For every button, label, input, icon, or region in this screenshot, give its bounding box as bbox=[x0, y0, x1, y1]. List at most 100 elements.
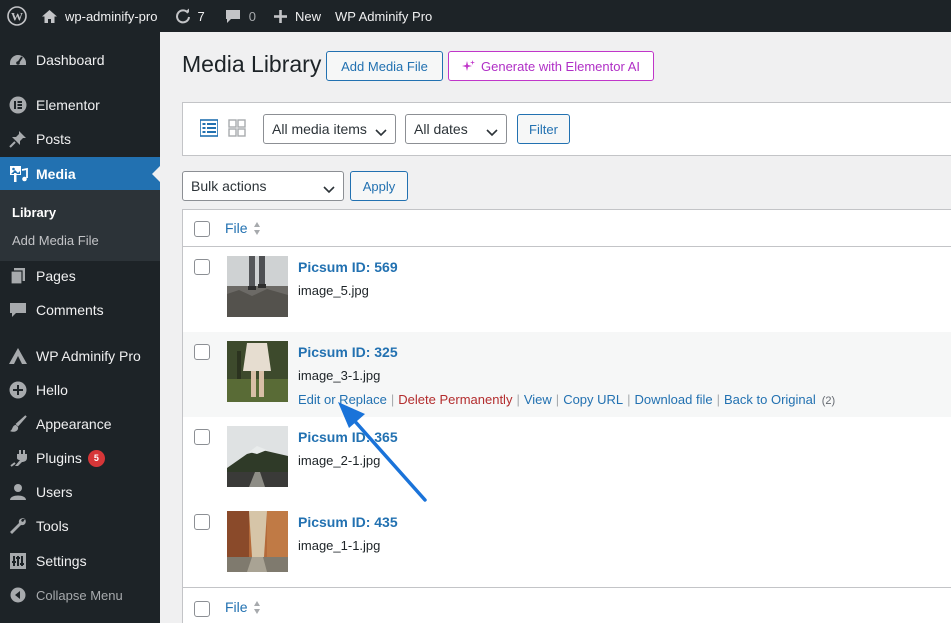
media-thumbnail[interactable] bbox=[227, 511, 288, 572]
date-select[interactable]: All dates bbox=[405, 114, 507, 144]
chevron-down-icon bbox=[486, 124, 498, 140]
row-actions: Edit or Replace | Delete Permanently | View |… bbox=[298, 392, 835, 407]
brush-icon bbox=[0, 415, 36, 433]
version-count: (2) bbox=[821, 395, 836, 407]
media-toolbar: All media items All dates Filter bbox=[182, 102, 951, 156]
sidebar-item-plugins[interactable]: Plugins 5 bbox=[0, 441, 160, 475]
new-content-link[interactable]: New bbox=[264, 0, 329, 32]
generate-elementor-ai-button[interactable]: Generate with Elementor AI bbox=[448, 51, 654, 81]
svg-text:W: W bbox=[11, 10, 23, 24]
sidebar-item-posts[interactable]: Posts bbox=[0, 122, 160, 156]
sidebar-item-users[interactable]: Users bbox=[0, 475, 160, 509]
submenu-item-library[interactable]: Library bbox=[12, 205, 56, 220]
add-media-file-button[interactable]: Add Media File bbox=[326, 51, 443, 81]
collapse-menu-button[interactable]: Collapse Menu bbox=[0, 578, 160, 612]
plus-circle-icon bbox=[0, 381, 36, 399]
site-name: wp-adminify-pro bbox=[65, 8, 158, 24]
comments-count: 0 bbox=[248, 8, 256, 24]
table-row: Picsum ID: 435 image_1-1.jpg bbox=[183, 502, 951, 587]
main-content: Media Library Add Media File Generate wi… bbox=[160, 32, 951, 623]
comment-bubble-icon bbox=[225, 9, 241, 24]
media-icon bbox=[0, 165, 36, 183]
sidebar-item-settings[interactable]: Settings bbox=[0, 544, 160, 578]
media-table: File Picsum ID: 569 image_5.jpg Picsum I… bbox=[182, 209, 951, 623]
sidebar-item-tools[interactable]: Tools bbox=[0, 509, 160, 543]
select-all-checkbox[interactable] bbox=[194, 221, 210, 237]
refresh-icon bbox=[175, 8, 191, 24]
media-title-link[interactable]: Picsum ID: 569 bbox=[298, 259, 398, 275]
media-filename: image_1-1.jpg bbox=[298, 538, 381, 553]
updates-count: 7 bbox=[197, 8, 205, 24]
view-link[interactable]: View bbox=[524, 392, 552, 407]
admin-sidebar: Dashboard Elementor Posts Media Library … bbox=[0, 32, 160, 623]
media-filename: image_3-1.jpg bbox=[298, 368, 381, 383]
sort-icon[interactable] bbox=[253, 221, 261, 239]
wordpress-logo-icon[interactable]: W bbox=[0, 0, 37, 32]
media-title-link[interactable]: Picsum ID: 435 bbox=[298, 514, 398, 530]
submenu-item-add-media-file[interactable]: Add Media File bbox=[12, 233, 99, 248]
sparkle-icon bbox=[462, 59, 475, 73]
media-thumbnail[interactable] bbox=[227, 256, 288, 317]
separator: | bbox=[555, 392, 560, 407]
back-to-original-link[interactable]: Back to Original bbox=[724, 392, 816, 407]
row-checkbox[interactable] bbox=[194, 429, 210, 445]
sidebar-item-hello[interactable]: Hello bbox=[0, 373, 160, 407]
sidebar-item-appearance[interactable]: Appearance bbox=[0, 407, 160, 441]
chevron-down-icon bbox=[375, 124, 387, 140]
separator: | bbox=[390, 392, 395, 407]
list-view-icon[interactable] bbox=[199, 119, 219, 140]
separator: | bbox=[627, 392, 631, 407]
row-checkbox[interactable] bbox=[194, 259, 210, 275]
admin-bar: W wp-adminify-pro 7 0 New WP Adminify Pr… bbox=[0, 0, 951, 32]
collapse-arrow-icon bbox=[0, 587, 36, 603]
filter-button[interactable]: Filter bbox=[517, 114, 570, 144]
sidebar-item-dashboard[interactable]: Dashboard bbox=[0, 43, 160, 77]
plus-icon bbox=[273, 9, 287, 23]
row-checkbox[interactable] bbox=[194, 344, 210, 360]
sidebar-item-label: Settings bbox=[36, 553, 87, 569]
select-all-checkbox-footer[interactable] bbox=[194, 601, 210, 617]
media-type-select[interactable]: All media items bbox=[263, 114, 396, 144]
sidebar-item-media[interactable]: Media bbox=[0, 157, 160, 191]
chevron-down-icon bbox=[323, 181, 335, 197]
settings-icon bbox=[0, 552, 36, 570]
home-icon bbox=[41, 9, 58, 24]
media-thumbnail[interactable] bbox=[227, 426, 288, 487]
pin-icon bbox=[0, 130, 36, 148]
table-row: Picsum ID: 365 image_2-1.jpg bbox=[183, 417, 951, 502]
apply-button[interactable]: Apply bbox=[350, 171, 408, 201]
table-footer: File bbox=[183, 587, 951, 623]
sidebar-item-label: Hello bbox=[36, 382, 68, 398]
comment-icon bbox=[0, 302, 36, 319]
date-value: All dates bbox=[414, 121, 468, 137]
updates-link[interactable]: 7 bbox=[165, 0, 212, 32]
media-thumbnail[interactable] bbox=[227, 341, 288, 402]
column-header-file[interactable]: File bbox=[225, 220, 248, 236]
edit-or-replace-link[interactable]: Edit or Replace bbox=[298, 392, 387, 407]
table-row: Picsum ID: 325 image_3-1.jpg Edit or Rep… bbox=[183, 332, 951, 417]
row-checkbox[interactable] bbox=[194, 514, 210, 530]
site-name-link[interactable]: wp-adminify-pro bbox=[37, 0, 165, 32]
column-footer-file[interactable]: File bbox=[225, 599, 248, 615]
sidebar-item-pages[interactable]: Pages bbox=[0, 259, 160, 293]
separator: | bbox=[516, 392, 520, 407]
delete-permanently-link[interactable]: Delete Permanently bbox=[398, 392, 512, 407]
page-title: Media Library bbox=[182, 51, 322, 77]
grid-view-icon[interactable] bbox=[228, 119, 246, 140]
plugins-update-badge: 5 bbox=[87, 449, 105, 467]
comments-link[interactable]: 0 bbox=[213, 0, 264, 32]
separator: | bbox=[716, 392, 720, 407]
media-title-link[interactable]: Picsum ID: 365 bbox=[298, 429, 398, 445]
new-label: New bbox=[294, 8, 321, 24]
copy-url-link[interactable]: Copy URL bbox=[563, 392, 623, 407]
sidebar-item-wp-adminify-pro[interactable]: WP Adminify Pro bbox=[0, 339, 160, 373]
adminify-link[interactable]: WP Adminify Pro bbox=[329, 0, 440, 32]
download-file-link[interactable]: Download file bbox=[635, 392, 713, 407]
sidebar-item-elementor[interactable]: Elementor bbox=[0, 88, 160, 122]
elementor-icon bbox=[0, 96, 36, 114]
sort-icon[interactable] bbox=[253, 600, 261, 618]
bulk-actions-select[interactable]: Bulk actions bbox=[182, 171, 344, 201]
sidebar-item-comments[interactable]: Comments bbox=[0, 293, 160, 327]
media-title-link[interactable]: Picsum ID: 325 bbox=[298, 344, 398, 360]
table-header: File bbox=[183, 210, 951, 247]
